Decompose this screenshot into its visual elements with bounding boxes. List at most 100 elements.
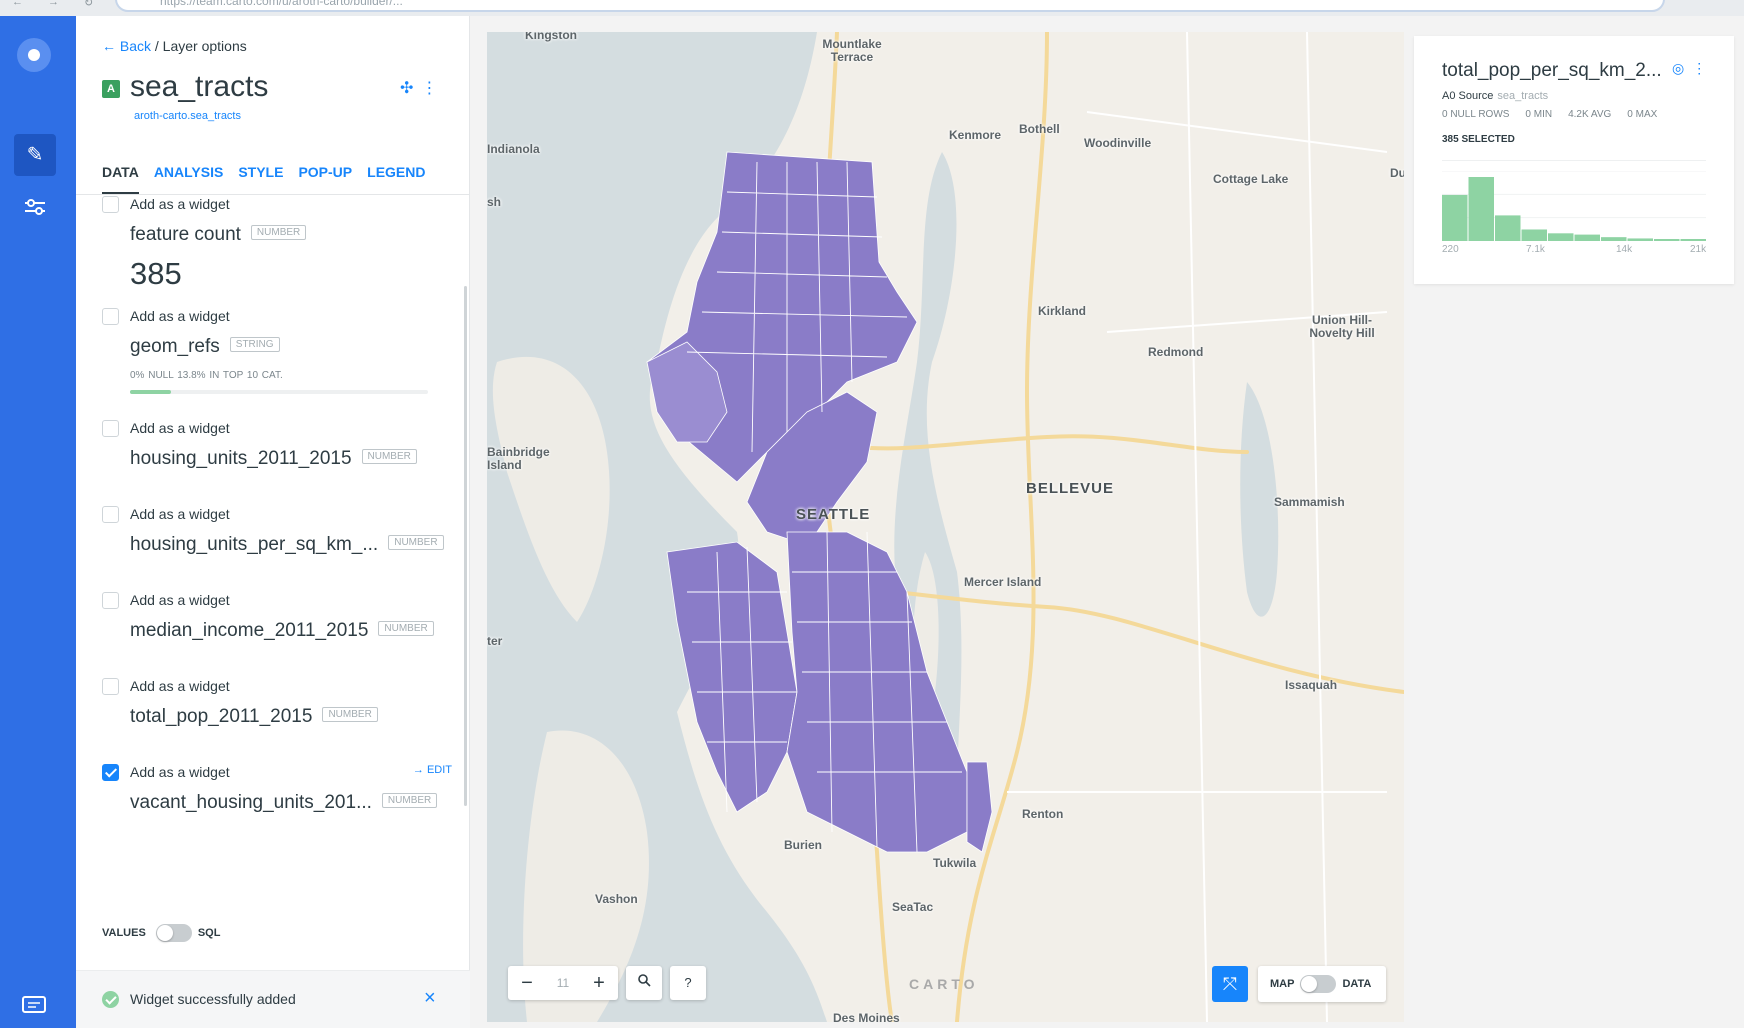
map-canvas[interactable]: Kingston Mountlake Terrace Bothell Kenmo… xyxy=(487,32,1404,1022)
place-label: Bothell xyxy=(1019,122,1060,136)
back-label: Back xyxy=(119,38,152,54)
add-widget-checkbox[interactable] xyxy=(102,764,119,781)
zoom-level: 11 xyxy=(556,976,570,990)
tab-data[interactable]: DATA xyxy=(102,164,139,194)
field-type-badge: NUMBER xyxy=(250,225,307,241)
sidebar-scrollbar[interactable] xyxy=(464,286,467,806)
histogram-bar[interactable] xyxy=(1442,194,1468,241)
url-text: https://team.carto.com/u/aroth-carto/bui… xyxy=(160,0,403,8)
histogram-bar[interactable] xyxy=(1601,237,1627,241)
field-name-text: feature count xyxy=(130,224,241,245)
add-widget-label: Add as a widget xyxy=(130,196,230,212)
histogram-bar[interactable] xyxy=(1495,215,1521,241)
histogram-bar[interactable] xyxy=(1627,238,1654,241)
layer-options-panel: ← Back / Layer options A sea_tracts arot… xyxy=(76,16,470,1028)
field-name-text: housing_units_per_sq_km_... xyxy=(130,534,379,555)
more-options-icon[interactable]: ⋮ xyxy=(1692,60,1714,76)
place-label: Sammamish xyxy=(1274,495,1345,509)
add-widget-checkbox[interactable] xyxy=(102,506,119,523)
source-letter: A0 xyxy=(1442,90,1456,102)
tab-popup[interactable]: POP-UP xyxy=(298,164,352,194)
pencil-icon[interactable]: ✎ xyxy=(14,134,56,176)
place-label: ter xyxy=(487,634,503,648)
edit-label: EDIT xyxy=(426,764,452,776)
add-widget-checkbox[interactable] xyxy=(102,196,119,213)
search-button[interactable] xyxy=(626,966,662,1000)
center-map-icon[interactable]: ✣ xyxy=(400,80,421,97)
histogram-bar[interactable] xyxy=(1680,239,1707,241)
histogram-bar[interactable] xyxy=(1574,234,1601,241)
chat-icon[interactable] xyxy=(20,994,48,1018)
field-name-text: housing_units_2011_2015 xyxy=(130,448,352,469)
source-label: Source xyxy=(1458,90,1494,102)
place-label: Des Moines xyxy=(833,1011,900,1022)
layer-source-link[interactable]: aroth-carto.sea_tracts xyxy=(134,110,241,122)
histogram-tick: 14k xyxy=(1616,244,1633,255)
histogram-bar[interactable] xyxy=(1468,177,1495,241)
add-widget-checkbox[interactable] xyxy=(102,308,119,325)
histogram-bar[interactable] xyxy=(1654,239,1680,241)
map-data-toggle: MAP DATA xyxy=(1258,966,1386,1002)
field-name-text: total_pop_2011_2015 xyxy=(130,706,313,727)
back-link[interactable]: ← Back xyxy=(102,38,151,54)
reload-icon[interactable]: ↻ xyxy=(84,0,93,9)
widget-source: A0 Source sea_tracts xyxy=(1442,90,1548,102)
values-sql-switch[interactable] xyxy=(155,924,192,942)
histogram-chart[interactable] xyxy=(1442,171,1706,241)
droplet-icon[interactable]: ◎ xyxy=(1672,60,1692,76)
tab-style[interactable]: STYLE xyxy=(238,164,283,194)
field-name: geom_refs STRING xyxy=(130,336,280,358)
place-label: Kenmore xyxy=(949,128,1002,142)
carto-logo-icon[interactable] xyxy=(17,38,51,72)
place-label: BELLEVUE xyxy=(1026,480,1115,497)
add-widget-label: Add as a widget xyxy=(130,506,230,522)
field-stats: 0% NULL 13.8% IN TOP 10 CAT. xyxy=(130,370,283,381)
left-rail: ✎ xyxy=(0,16,76,1028)
stat-null-rows: 0 NULL ROWS xyxy=(1442,109,1510,120)
add-widget-label: Add as a widget xyxy=(130,308,230,324)
back-arrow-icon[interactable]: ← xyxy=(12,0,23,8)
layer-title[interactable]: sea_tracts xyxy=(130,70,268,104)
place-label: Burien xyxy=(784,838,823,852)
forward-arrow-icon[interactable]: → xyxy=(48,0,59,8)
sql-label: SQL xyxy=(197,927,221,939)
carto-watermark: CARTO xyxy=(909,976,979,992)
field-name: median_income_2011_2015 NUMBER xyxy=(130,620,434,642)
breadcrumb-current: / Layer options xyxy=(151,38,247,54)
histogram-bar[interactable] xyxy=(1548,233,1574,241)
place-label: Kirkland xyxy=(1038,304,1087,318)
category-bar-fill xyxy=(130,390,172,394)
place-label: Redmond xyxy=(1148,345,1204,359)
add-widget-checkbox[interactable] xyxy=(102,678,119,695)
zoom-out-button[interactable]: − xyxy=(508,966,546,1000)
close-icon[interactable]: × xyxy=(424,987,436,1010)
histogram-bar[interactable] xyxy=(1521,229,1548,241)
place-label: sh xyxy=(487,195,502,209)
lake-sammamish-water xyxy=(1240,382,1279,617)
widget-divider xyxy=(1442,160,1706,161)
selection-tool-icon[interactable]: ⤧ xyxy=(1212,966,1248,1002)
zoom-in-button[interactable]: + xyxy=(580,966,618,1000)
field-type-badge: NUMBER xyxy=(361,449,417,465)
layer-tabs: DATA ANALYSIS STYLE POP-UP LEGEND xyxy=(102,164,425,194)
place-label: SEATTLE xyxy=(796,506,871,523)
help-button[interactable]: ? xyxy=(670,966,706,1000)
map-data-switch[interactable] xyxy=(1300,975,1337,993)
add-widget-label: Add as a widget xyxy=(130,420,230,436)
sliders-icon[interactable] xyxy=(22,194,48,220)
tab-analysis[interactable]: ANALYSIS xyxy=(154,164,224,194)
more-options-icon[interactable]: ⋮ xyxy=(421,80,445,97)
place-label: Mercer Island xyxy=(964,575,1042,589)
histogram-tick: 220 xyxy=(1442,244,1459,255)
layer-actions: ✣⋮ xyxy=(400,78,445,98)
map-label: MAP xyxy=(1270,978,1295,990)
renton-tracts xyxy=(966,761,993,853)
add-widget-checkbox[interactable] xyxy=(102,420,119,437)
histogram-widget: total_pop_per_sq_km_2... ◎⋮ A0 Source sea… xyxy=(1414,36,1734,284)
edit-widget-link[interactable]: → EDIT xyxy=(413,764,452,776)
tab-legend[interactable]: LEGEND xyxy=(367,164,425,194)
field-name-text: geom_refs xyxy=(130,336,220,357)
place-label: Union Hill-Novelty Hill xyxy=(1309,313,1375,340)
add-widget-checkbox[interactable] xyxy=(102,592,119,609)
field-name: feature count NUMBER xyxy=(130,224,307,246)
